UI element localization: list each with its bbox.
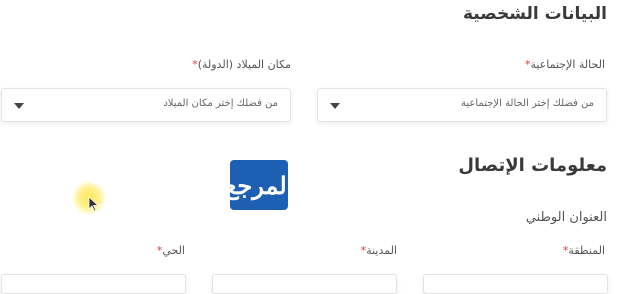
birth-place-label-text: مكان الميلاد (الدولة) <box>197 58 291 71</box>
marital-status-label: الحالة الإجتماعية* <box>521 58 605 71</box>
marital-status-placeholder: من فضلك إختر الحالة الإجتماعية <box>461 98 594 109</box>
birth-place-placeholder: من فضلك إختر مكان الميلاد <box>163 98 278 109</box>
city-select[interactable] <box>212 274 397 294</box>
cursor-icon <box>88 196 100 212</box>
national-address-subtitle: العنوان الوطني <box>525 210 607 225</box>
chevron-down-icon[interactable] <box>14 103 24 109</box>
district-label-text: الحي <box>162 244 185 257</box>
personal-section-title: البيانات الشخصية <box>462 4 607 24</box>
marital-status-select[interactable]: من فضلك إختر الحالة الإجتماعية <box>317 88 607 122</box>
city-label-text: المدينة <box>366 244 397 257</box>
region-label-text: المنطقة <box>568 244 605 257</box>
chevron-down-icon[interactable] <box>330 103 340 109</box>
district-select[interactable] <box>1 274 186 294</box>
watermark-logo: المرجع <box>225 160 293 210</box>
birth-place-label: مكان الميلاد (الدولة)* <box>188 58 291 71</box>
region-select[interactable] <box>423 274 608 294</box>
city-label: المدينة* <box>357 244 397 257</box>
birth-place-select[interactable]: من فضلك إختر مكان الميلاد <box>1 88 291 122</box>
district-label: الحي* <box>153 244 185 257</box>
region-label: المنطقة* <box>559 244 605 257</box>
contact-section-title: معلومات الإتصال <box>458 155 607 176</box>
marital-status-label-text: الحالة الإجتماعية <box>530 58 605 71</box>
